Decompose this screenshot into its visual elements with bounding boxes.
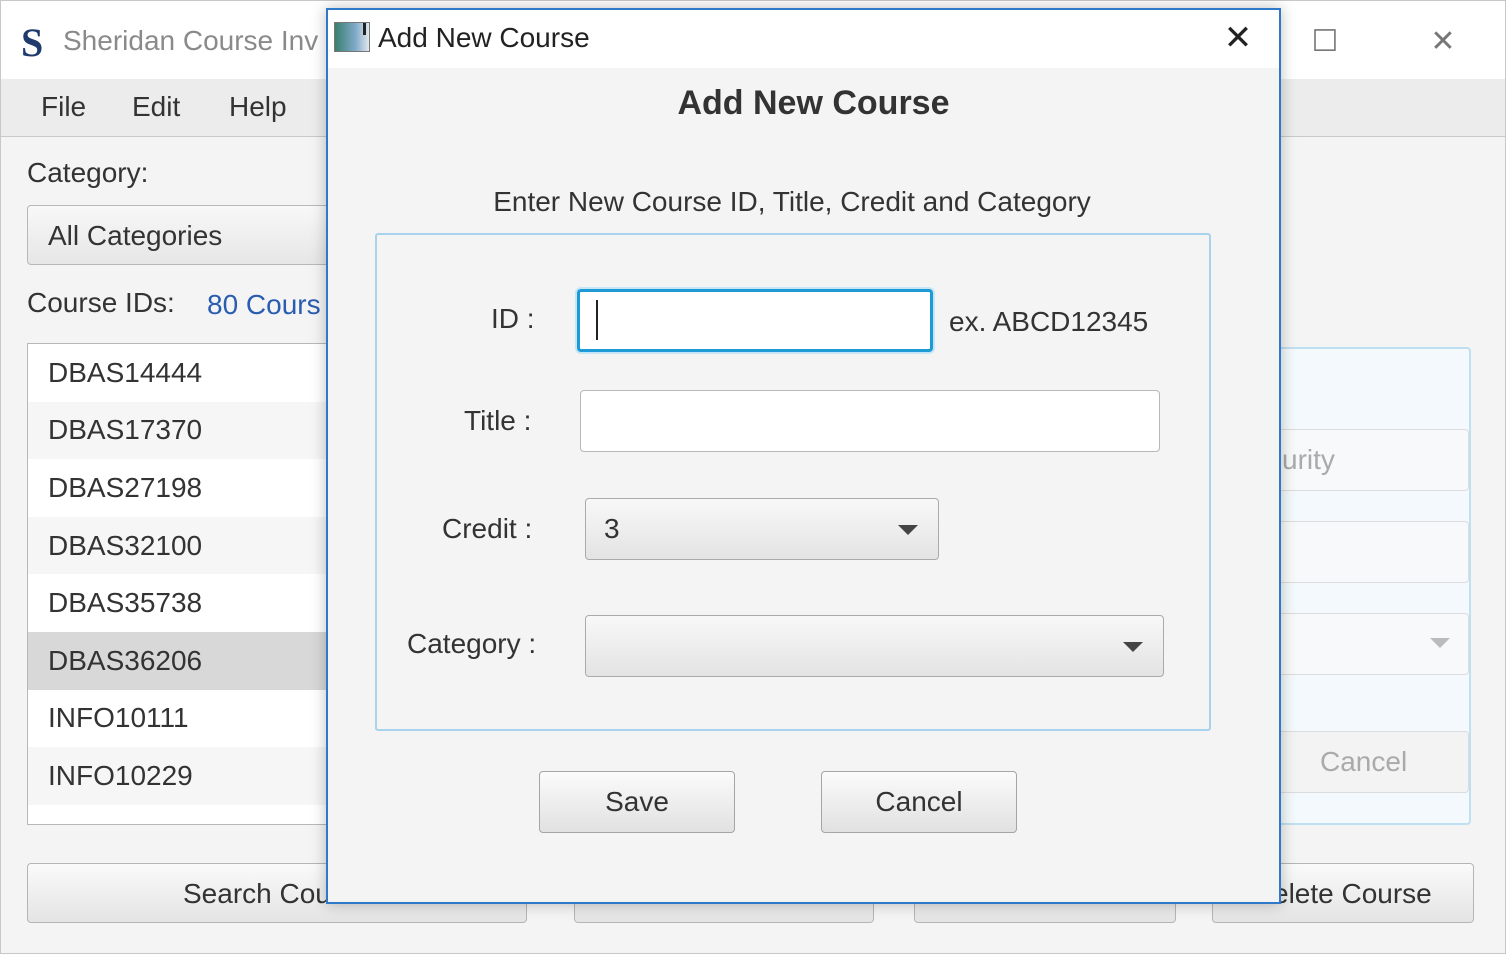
list-item[interactable]: DBAS27198 (28, 459, 356, 517)
details-cancel-label: Cancel (1320, 746, 1408, 777)
cancel-button[interactable]: Cancel (821, 771, 1017, 833)
credit-value: 3 (604, 513, 620, 544)
details-dropdown[interactable] (1273, 613, 1469, 675)
list-item-selected[interactable]: DBAS36206 (28, 631, 356, 690)
id-hint: ex. ABCD12345 (949, 306, 1149, 337)
credit-label: Credit : (442, 513, 533, 544)
category-filter-value: All Categories (48, 220, 223, 251)
list-item[interactable]: DBAS32100 (28, 516, 356, 575)
course-details-panel: urity Cancel (1251, 347, 1471, 825)
cancel-button-label: Cancel (875, 786, 963, 817)
text-caret (596, 300, 598, 340)
list-item[interactable]: DBAS17370 (28, 401, 356, 460)
course-ids-label: Course IDs: (27, 287, 175, 318)
dialog-window-title: Add New Course (378, 22, 590, 53)
save-button[interactable]: Save (539, 771, 735, 833)
chevron-down-icon (898, 525, 918, 535)
add-course-dialog: Add New Course ✕ Add New Course Enter Ne… (326, 8, 1281, 904)
dialog-instructions: Enter New Course ID, Title, Credit and C… (493, 186, 1091, 217)
list-item[interactable]: INFO10229 (28, 747, 356, 805)
details-cancel-button[interactable]: Cancel (1273, 731, 1469, 793)
category-dropdown[interactable] (585, 615, 1164, 677)
maximize-icon[interactable]: ☐ (1307, 23, 1343, 59)
category-label: Category : (407, 628, 537, 659)
dialog-titlebar: Add New Course ✕ (328, 10, 1279, 68)
dialog-app-icon (334, 22, 370, 52)
menu-edit[interactable]: Edit (132, 91, 180, 123)
dialog-heading: Add New Course (677, 84, 950, 122)
details-field[interactable] (1273, 521, 1469, 583)
main-window-title: Sheridan Course Inv (63, 25, 319, 56)
title-label: Title : (464, 405, 532, 436)
list-item[interactable]: INFO10111 (28, 690, 356, 748)
search-course-label: Search Cou (183, 878, 331, 909)
category-label: Category: (27, 157, 149, 188)
app-logo-icon: S (21, 20, 44, 65)
category-filter-dropdown[interactable]: All Categories (27, 205, 357, 265)
chevron-down-icon (1123, 642, 1143, 652)
course-form: ID : ex. ABCD12345 Title : Credit : 3 Ca… (375, 233, 1211, 731)
menu-file[interactable]: File (41, 91, 86, 123)
list-item[interactable]: DBAS14444 (28, 344, 356, 402)
save-button-label: Save (605, 786, 669, 817)
menu-help[interactable]: Help (229, 91, 287, 123)
details-field-text: urity (1282, 444, 1335, 475)
course-id-list[interactable]: DBAS14444 DBAS17370 DBAS27198 DBAS32100 … (27, 343, 357, 825)
delete-course-label: elete Course (1273, 878, 1432, 909)
details-field[interactable]: urity (1273, 429, 1469, 491)
close-icon[interactable]: ✕ (1425, 23, 1461, 59)
list-item[interactable]: DBAS35738 (28, 574, 356, 632)
course-id-input[interactable] (577, 289, 933, 352)
dialog-close-icon[interactable]: ✕ (1220, 19, 1256, 57)
chevron-down-icon (1430, 638, 1450, 648)
id-label: ID : (491, 303, 535, 334)
course-count: 80 Cours (207, 289, 321, 320)
course-title-input[interactable] (580, 390, 1160, 452)
credit-dropdown[interactable]: 3 (585, 498, 939, 560)
